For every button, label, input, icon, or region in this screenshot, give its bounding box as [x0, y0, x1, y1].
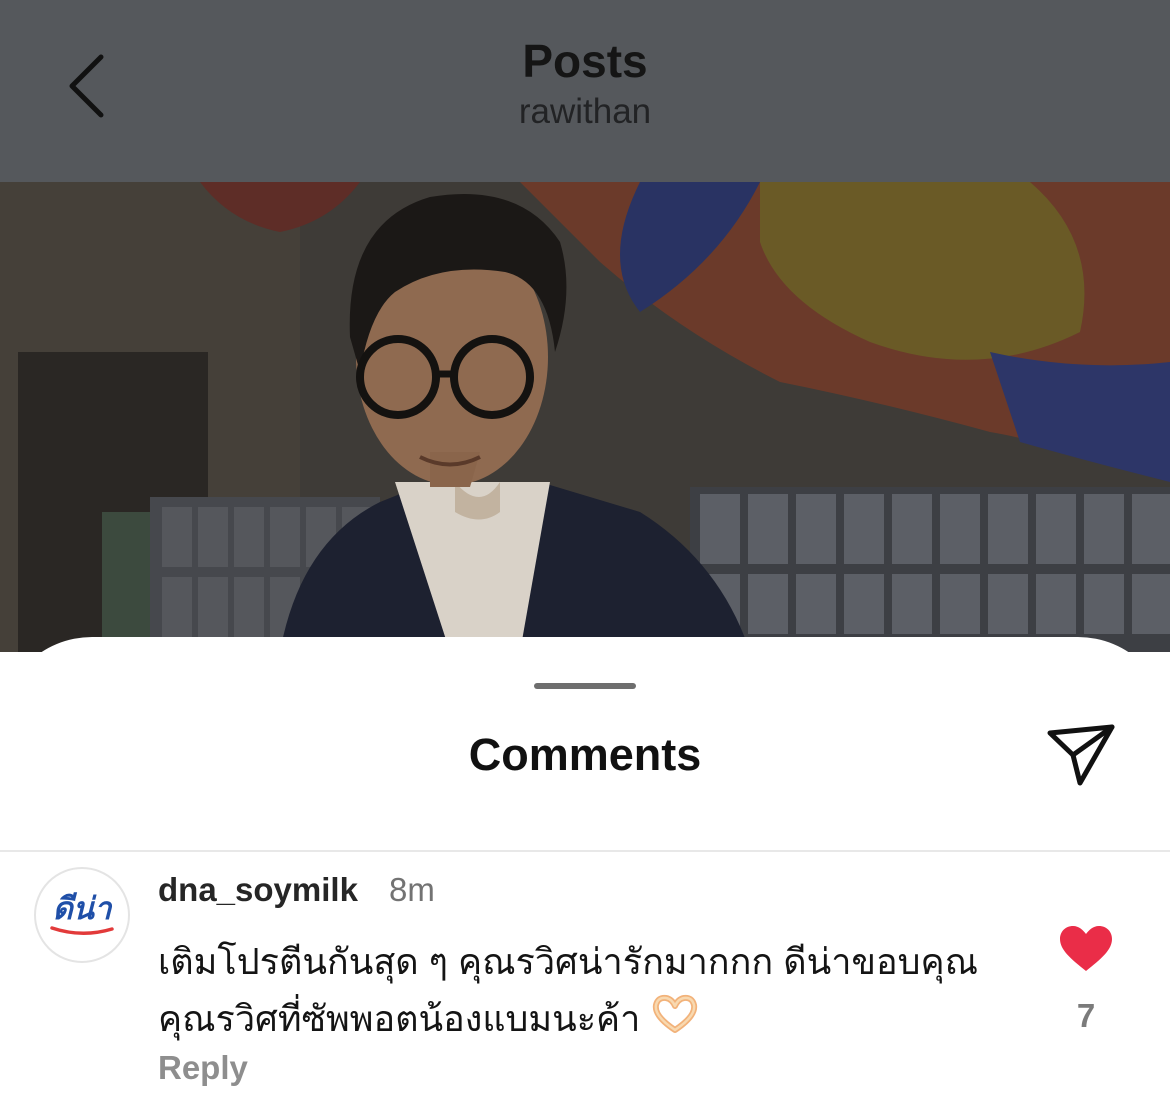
avatar[interactable]: ดีน่า [34, 867, 130, 963]
comments-sheet: Comments ดีน่า dna_soymilk 8m เติมโปรตีน… [0, 637, 1170, 1108]
post-author-username[interactable]: rawithan [0, 92, 1170, 132]
drag-handle[interactable] [534, 683, 636, 689]
comment-username[interactable]: dna_soymilk [158, 871, 358, 909]
logo-swoosh-icon [50, 925, 114, 935]
page-title: Posts [522, 35, 648, 87]
comment-timestamp: 8m [389, 871, 435, 908]
reply-button[interactable]: Reply [158, 1049, 248, 1087]
comment-text: เติมโปรตีนกันสุด ๆ คุณรวิศน่ารักมากกก ดี… [158, 933, 978, 1050]
like-count: 7 [1076, 997, 1096, 1034]
post-photo [0, 182, 1170, 652]
share-button[interactable] [1040, 721, 1120, 789]
heart-icon [1060, 926, 1112, 971]
like-button[interactable] [1058, 924, 1114, 974]
divider [0, 850, 1170, 852]
avatar-logo-text: ดีน่า [52, 890, 112, 926]
paper-plane-icon [1047, 724, 1115, 786]
heart-hands-emoji [650, 993, 700, 1050]
comments-title: Comments [468, 729, 702, 780]
comment-body: เติมโปรตีนกันสุด ๆ คุณรวิศน่ารักมากกก ดี… [158, 941, 978, 1039]
top-bar: Posts rawithan [0, 0, 1170, 182]
